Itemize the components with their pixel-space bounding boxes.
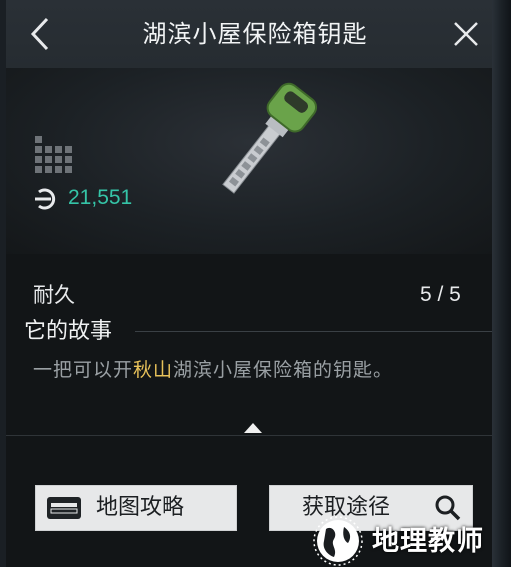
right-frame [492, 0, 511, 567]
expand-arrow-icon[interactable] [244, 423, 262, 433]
page-title: 湖滨小屋保险箱钥匙 [142, 20, 368, 48]
watermark-text: 地理教师 [372, 526, 484, 557]
close-button[interactable] [448, 16, 484, 52]
inventory-grid-icon [35, 136, 72, 173]
map-guide-button[interactable]: 地图攻略 [35, 485, 237, 531]
currency-icon [35, 188, 56, 210]
section-divider [135, 331, 492, 332]
watermark: 地理教师 [300, 515, 511, 567]
map-icon [47, 497, 81, 519]
safe-key-icon [222, 82, 318, 194]
map-guide-label: 地图攻略 [96, 495, 185, 520]
durability-value: 5 / 5 [420, 283, 461, 306]
item-price: 21,551 [68, 186, 133, 209]
globe-logo-icon [313, 516, 363, 566]
chevron-left-icon [30, 17, 49, 51]
story-text: 一把可以开秋山湖滨小屋保险箱的钥匙。 [33, 351, 453, 389]
story-text-highlight: 秋山 [133, 359, 174, 381]
durability-label: 耐久 [33, 283, 75, 307]
story-text-start: 一把可以开 [33, 359, 134, 381]
story-text-end: 湖滨小屋保险箱的钥匙。 [173, 359, 394, 381]
story-divider [6, 435, 492, 436]
back-button[interactable] [24, 16, 56, 52]
story-heading: 它的故事 [24, 319, 113, 344]
close-icon [454, 22, 478, 46]
